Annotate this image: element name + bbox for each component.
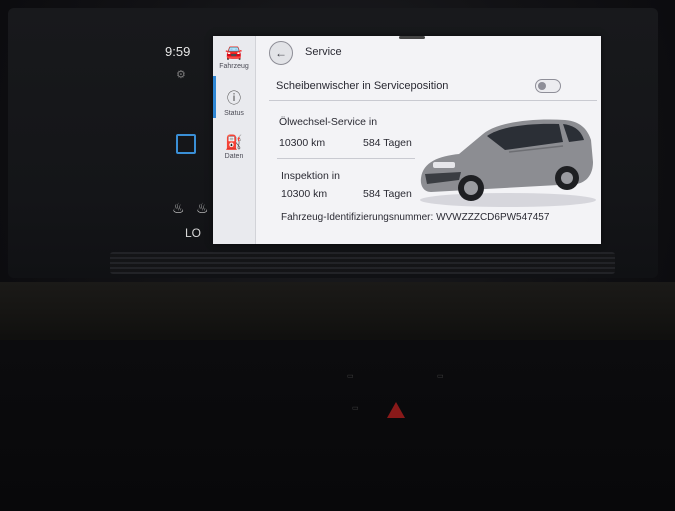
nav-item-label: Fahrzeug xyxy=(219,63,249,70)
wiper-service-toggle[interactable] xyxy=(535,79,561,93)
car-image xyxy=(420,119,596,207)
infotainment-screen: 🚘 Fahrzeug ⓘ Status ⛽ Daten ← Service Sc… xyxy=(213,36,601,244)
settings-icon[interactable]: ⚙ xyxy=(176,68,186,81)
climate-level[interactable]: LO xyxy=(185,226,201,240)
home-icon[interactable] xyxy=(176,134,196,154)
nav-item-label: Daten xyxy=(224,153,244,160)
nav-item-status[interactable]: ⓘ Status xyxy=(213,88,255,117)
console-button-icon[interactable]: ▭ xyxy=(437,372,444,380)
nav-item-fahrzeug[interactable]: 🚘 Fahrzeug xyxy=(213,44,255,70)
nav-item-daten[interactable]: ⛽ Daten xyxy=(213,134,255,160)
nav-item-label: Status xyxy=(224,110,244,117)
divider xyxy=(277,158,415,159)
arrow-left-icon: ← xyxy=(275,46,287,60)
fuel-data-icon: ⛽ xyxy=(225,134,243,150)
lower-console xyxy=(0,340,675,511)
page-title: Service xyxy=(305,46,342,58)
back-button[interactable]: ← xyxy=(269,41,293,65)
info-icon: ⓘ xyxy=(227,90,241,106)
oil-service-distance: 10300 km xyxy=(279,137,326,149)
home-indicator[interactable] xyxy=(399,36,425,39)
air-vent xyxy=(110,252,615,274)
console-button-icon[interactable]: ▭ xyxy=(352,404,359,412)
seat-heating-left-icon[interactable]: ♨ xyxy=(172,200,185,217)
side-nav: 🚘 Fahrzeug ⓘ Status ⛽ Daten xyxy=(213,36,256,244)
console-button-icon[interactable]: ▭ xyxy=(347,372,354,380)
oil-service-days: 584 Tagen xyxy=(363,137,412,149)
oil-service-label: Ölwechsel-Service in xyxy=(279,116,378,128)
hazard-button-icon[interactable] xyxy=(387,402,405,418)
inspection-days: 584 Tagen xyxy=(363,188,412,200)
inspection-distance: 10300 km xyxy=(281,188,328,200)
seat-heating-right-icon[interactable]: ♨ xyxy=(196,200,209,217)
inspection-label: Inspektion in xyxy=(281,170,340,182)
wiper-service-label: Scheibenwischer in Serviceposition xyxy=(276,80,449,92)
clock: 9:59 xyxy=(165,44,191,59)
vin-label: Fahrzeug-Identifizierungsnummer: WVWZZZC… xyxy=(281,212,550,223)
toggle-knob xyxy=(538,82,546,90)
car-icon: 🚘 xyxy=(225,44,243,60)
dashboard-trim xyxy=(0,282,675,342)
